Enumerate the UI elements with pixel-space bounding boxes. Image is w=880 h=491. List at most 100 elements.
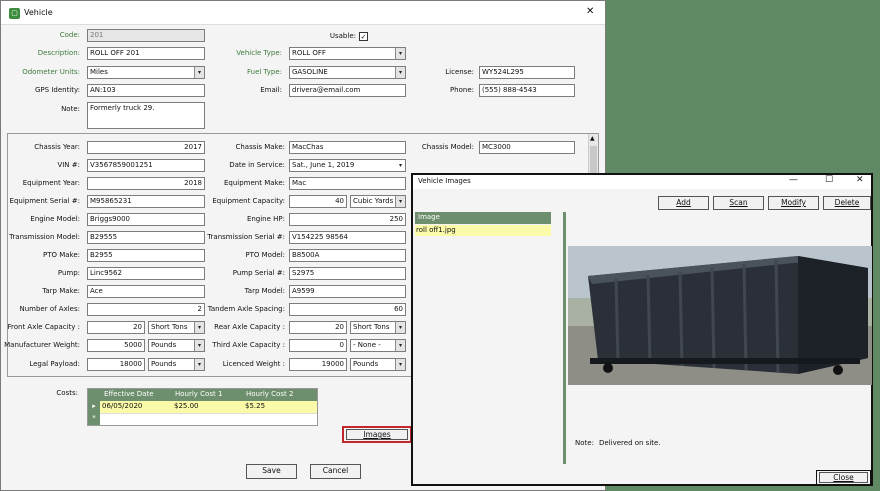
pto-make-label: PTO Make: — [42, 251, 80, 259]
splitter[interactable] — [563, 212, 566, 464]
image-list-header[interactable]: Image — [415, 212, 551, 224]
engine-model-field[interactable]: Briggs9000 — [87, 213, 205, 226]
trans-model-label: Transmission Model: — [9, 233, 80, 241]
trans-serial-field[interactable]: V154225 98564 — [289, 231, 406, 244]
odometer-label: Odometer Units: — [22, 68, 80, 76]
usable-checkbox[interactable]: ✓ — [359, 32, 368, 41]
date-service-label: Date in Service: — [229, 161, 285, 169]
axles-field[interactable]: 2 — [87, 303, 205, 316]
cell-cost1[interactable]: $25.00 — [174, 401, 199, 412]
legal-payload-unit-select[interactable]: Pounds ▾ — [148, 358, 205, 371]
equip-serial-field[interactable]: M95865231 — [87, 195, 205, 208]
odometer-select[interactable]: Miles ▾ — [87, 66, 205, 79]
rear-axle-unit-select[interactable]: Short Tons ▾ — [350, 321, 406, 334]
grid-header-cost2[interactable]: Hourly Cost 2 — [243, 389, 317, 401]
list-item[interactable]: roll off1.jpg — [415, 225, 551, 236]
pump-serial-field[interactable]: S2975 — [289, 267, 406, 280]
description-label: Description: — [37, 49, 80, 57]
cell-date[interactable]: 06/05/2020 — [102, 401, 142, 412]
gps-field[interactable]: AN:103 — [87, 84, 205, 97]
licenced-weight-unit: Pounds — [353, 360, 379, 368]
pump-label: Pump: — [57, 269, 80, 277]
equip-serial-label: Equipment Serial #: — [9, 197, 80, 205]
code-field[interactable]: 201 — [87, 29, 205, 42]
chassis-year-label: Chassis Year: — [34, 143, 80, 151]
fuel-type-select[interactable]: GASOLINE ▾ — [289, 66, 406, 79]
chevron-down-icon: ▾ — [194, 67, 204, 78]
cell-cost2[interactable]: $5.25 — [245, 401, 265, 412]
phone-field[interactable]: (555) 888-4543 — [479, 84, 575, 97]
vin-label: VIN #: — [57, 161, 80, 169]
license-field[interactable]: WY524L295 — [479, 66, 575, 79]
equip-make-field[interactable]: Mac — [289, 177, 406, 190]
table-row[interactable]: 06/05/2020 $25.00 $5.25 — [100, 401, 317, 413]
vin-field[interactable]: V3567859001251 — [87, 159, 205, 172]
vehicle-type-select[interactable]: ROLL OFF ▾ — [289, 47, 406, 60]
chevron-down-icon: ▾ — [395, 196, 405, 207]
images-button[interactable]: Images — [346, 429, 408, 440]
equip-year-field[interactable]: 2018 — [87, 177, 205, 190]
chassis-make-label: Chassis Make: — [235, 143, 285, 151]
scan-button[interactable]: Scan — [713, 196, 764, 210]
third-axle-unit: - None - — [353, 341, 381, 349]
third-axle-field[interactable]: 0 — [289, 339, 347, 352]
vehicle-photo — [568, 246, 872, 385]
trans-serial-label: Transmission Serial #: — [207, 233, 285, 241]
scroll-up-icon[interactable]: ▲ — [590, 135, 595, 142]
chassis-make-field[interactable]: MacChas — [289, 141, 406, 154]
title-bar: ▢ Vehicle ✕ — [1, 1, 605, 25]
tarp-model-field[interactable]: A9599 — [289, 285, 406, 298]
vehicle-type-value: ROLL OFF — [292, 49, 326, 57]
chassis-model-label: Chassis Model: — [421, 143, 474, 151]
chevron-down-icon: ▾ — [395, 48, 405, 59]
close-icon[interactable]: ✕ — [586, 6, 594, 17]
email-field[interactable]: drivera@email.com — [289, 84, 406, 97]
gps-label: GPS Identity: — [35, 86, 80, 94]
mfr-weight-field[interactable]: 5000 — [87, 339, 145, 352]
front-axle-field[interactable]: 20 — [87, 321, 145, 334]
close-icon[interactable]: ✕ — [856, 175, 864, 185]
chevron-down-icon: ▾ — [395, 340, 405, 351]
mfr-weight-unit-select[interactable]: Pounds ▾ — [148, 339, 205, 352]
engine-hp-field[interactable]: 250 — [289, 213, 406, 226]
tarp-make-field[interactable]: Ace — [87, 285, 205, 298]
close-button[interactable]: Close — [819, 472, 868, 483]
legal-payload-field[interactable]: 18000 — [87, 358, 145, 371]
pump-field[interactable]: Linc9562 — [87, 267, 205, 280]
chevron-down-icon: ▾ — [395, 359, 405, 370]
chassis-year-field[interactable]: 2017 — [87, 141, 205, 154]
minimize-icon[interactable]: — — [789, 175, 798, 185]
equip-capacity-field[interactable]: 40 — [289, 195, 347, 208]
vehicle-type-label: Vehicle Type: — [236, 49, 282, 57]
equip-year-label: Equipment Year: — [22, 179, 80, 187]
phone-label: Phone: — [449, 86, 474, 94]
note-field[interactable]: Formerly truck 29. — [87, 102, 205, 129]
pto-make-field[interactable]: B2955 — [87, 249, 205, 262]
save-button[interactable]: Save — [246, 464, 297, 479]
delete-button[interactable]: Delete — [823, 196, 871, 210]
equip-capacity-unit-select[interactable]: Cubic Yards ▾ — [350, 195, 406, 208]
third-axle-unit-select[interactable]: - None - ▾ — [350, 339, 406, 352]
modify-button[interactable]: Modify — [768, 196, 819, 210]
rear-axle-field[interactable]: 20 — [289, 321, 347, 334]
cancel-button-label: Cancel — [322, 466, 349, 475]
tandem-field[interactable]: 60 — [289, 303, 406, 316]
pto-model-field[interactable]: B8500A — [289, 249, 406, 262]
description-field[interactable]: ROLL OFF 201 — [87, 47, 205, 60]
maximize-icon[interactable]: ☐ — [825, 175, 833, 185]
chevron-down-icon: ▾ — [396, 160, 405, 171]
add-button[interactable]: Add — [658, 196, 709, 210]
grid-header-cost1[interactable]: Hourly Cost 1 — [172, 389, 243, 401]
front-axle-unit-select[interactable]: Short Tons ▾ — [148, 321, 205, 334]
new-row[interactable] — [100, 413, 317, 425]
images-button-label: Images — [363, 430, 391, 439]
chassis-model-field[interactable]: MC3000 — [479, 141, 575, 154]
grid-header-date[interactable]: Effective Date — [100, 389, 172, 401]
trans-model-field[interactable]: B29555 — [87, 231, 205, 244]
add-button-label: Add — [676, 198, 691, 207]
date-service-picker[interactable]: Sat., June 1, 2019 ▾ — [289, 159, 406, 172]
cancel-button[interactable]: Cancel — [310, 464, 361, 479]
licenced-weight-unit-select[interactable]: Pounds ▾ — [350, 358, 406, 371]
email-label: Email: — [260, 86, 282, 94]
licenced-weight-field[interactable]: 19000 — [289, 358, 347, 371]
